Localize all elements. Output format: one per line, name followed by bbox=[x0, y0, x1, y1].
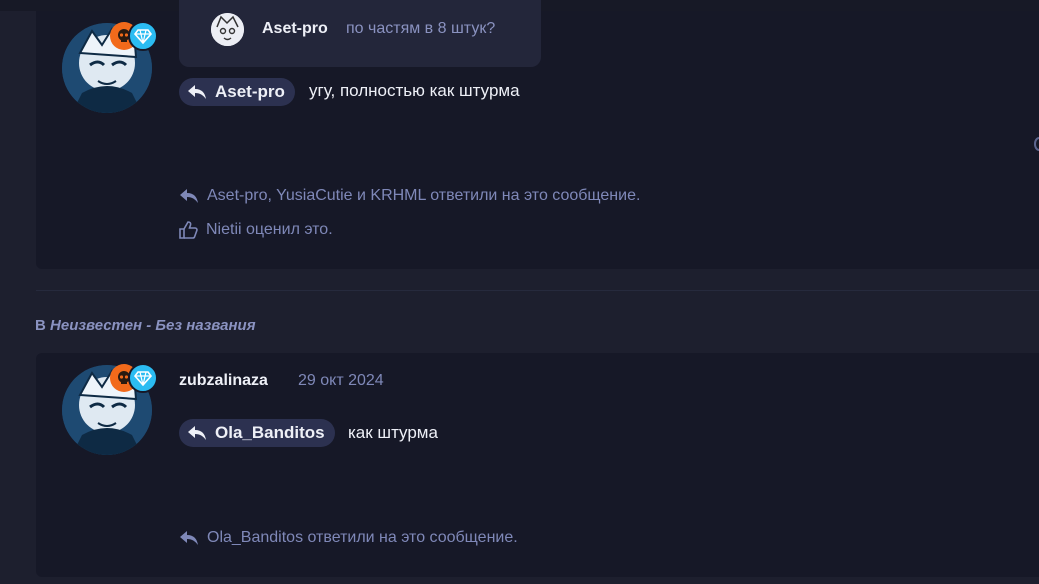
message-text: угу, полностью как штурма bbox=[309, 81, 520, 100]
thread-prefix: В bbox=[35, 317, 46, 334]
thread-name[interactable]: Неизвестен - Без названия bbox=[50, 317, 256, 334]
quote-avatar[interactable] bbox=[211, 13, 244, 46]
divider bbox=[36, 290, 1039, 291]
reply-icon bbox=[188, 85, 206, 99]
reply-mention[interactable]: Ola_Banditos bbox=[179, 419, 335, 447]
replies-text: Aset-pro, YusiaCutie и KRHML ответили на… bbox=[207, 187, 641, 204]
reply-icon bbox=[188, 426, 206, 440]
reply-icon bbox=[180, 531, 198, 545]
likes-summary[interactable]: Nietii оценил это. bbox=[179, 221, 333, 239]
replies-summary[interactable]: Aset-pro, YusiaCutie и KRHML ответили на… bbox=[179, 187, 640, 205]
quote-block[interactable]: Aset-pro по частям в 8 штук? bbox=[179, 0, 541, 67]
quote-text: по частям в 8 штук? bbox=[346, 20, 496, 37]
mention-username: Aset-pro bbox=[215, 82, 285, 101]
reply-mention[interactable]: Aset-pro bbox=[179, 78, 295, 106]
likes-text: Nietii оценил это. bbox=[206, 221, 333, 238]
like-icon bbox=[179, 221, 198, 239]
reply-icon bbox=[180, 189, 198, 203]
author-name[interactable]: zubzalinaza bbox=[179, 372, 268, 390]
thread-label[interactable]: В Неизвестен - Без названия bbox=[35, 317, 256, 334]
mention-username: Ola_Banditos bbox=[215, 423, 325, 442]
post-date[interactable]: 29 окт 2024 bbox=[298, 372, 384, 390]
message-text: как штурма bbox=[348, 423, 438, 442]
replies-text: Ola_Banditos ответили на это сообщение. bbox=[207, 529, 518, 546]
replies-summary[interactable]: Ola_Banditos ответили на это сообщение. bbox=[179, 529, 518, 547]
gem-badge[interactable] bbox=[128, 21, 158, 51]
quote-username[interactable]: Aset-pro bbox=[262, 20, 328, 38]
edge-indicator bbox=[1034, 137, 1039, 151]
gem-icon bbox=[134, 29, 152, 44]
gem-icon bbox=[134, 371, 152, 386]
gem-badge[interactable] bbox=[128, 363, 158, 393]
quote-avatar-image bbox=[211, 13, 244, 46]
